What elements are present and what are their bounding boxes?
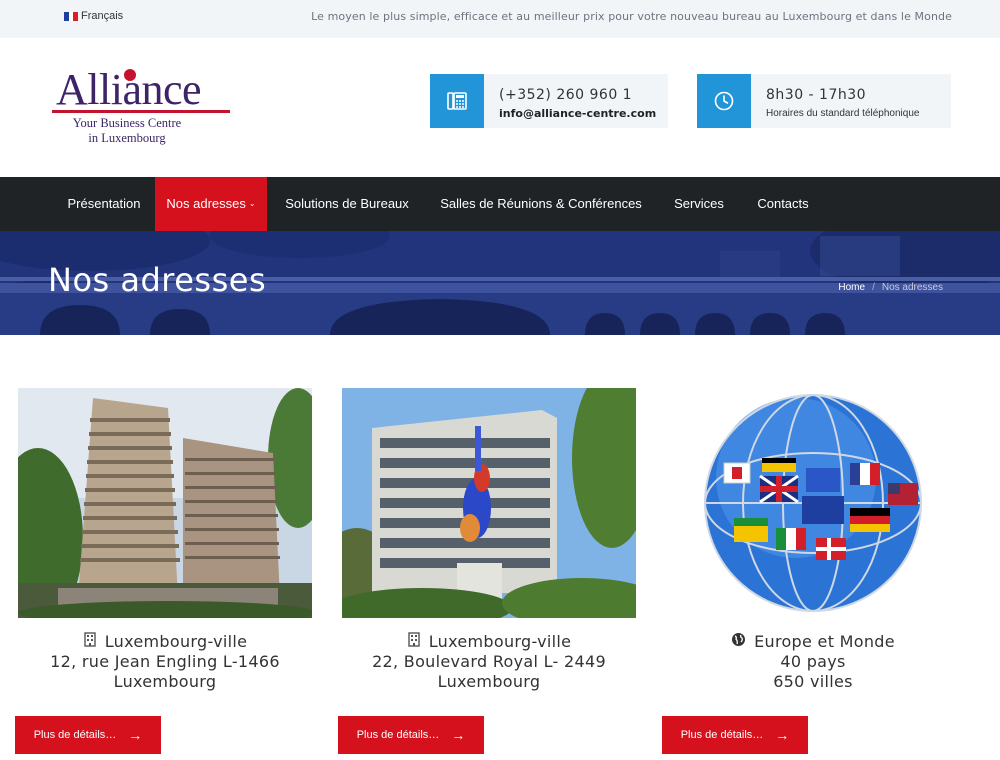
world-details: Europe et Monde 40 pays 650 villes [663,632,963,692]
nav-item-label: Contacts [757,196,809,211]
address-1-details: Luxembourg-ville 12, rue Jean Engling L-… [15,632,315,692]
nav-item-label: Salles de Réunions & Conférences [440,196,642,211]
building-icon [83,632,97,652]
world-title: Europe et Monde [754,632,895,651]
nav-item-solutions-de-bureaux[interactable]: Solutions de Bureaux [274,177,420,231]
french-flag-icon [64,11,79,21]
nav-item-presentation[interactable]: Présentation [55,177,153,231]
language-switcher[interactable]: Français [64,10,123,22]
address-1-country: Luxembourg [113,672,217,691]
globe-icon [731,632,746,652]
hours-info-box: 8h30 - 17h30 Horaires du standard téléph… [697,74,951,128]
tagline: Le moyen le plus simple, efficace et au … [311,10,952,23]
address-2-details-button[interactable]: Plus de détails… → [338,716,484,754]
address-2-city: Luxembourg-ville [428,632,572,651]
page-hero: Nos adresses Home / Nos adresses [0,231,1000,335]
phone-icon [430,74,484,128]
address-2-photo[interactable] [342,388,636,618]
nav-item-label: Solutions de Bureaux [285,196,409,211]
logo[interactable]: Alliance Your Business Centre in Luxembo… [52,64,242,154]
nav-item-label: Services [674,196,724,211]
breadcrumb-separator: / [872,282,875,293]
clock-icon [697,74,751,128]
nav-item-services[interactable]: Services [663,177,735,231]
arrow-right-icon: → [128,727,143,743]
world-flags-globe-image[interactable] [666,388,960,618]
world-countries-count: 40 pays [780,652,846,671]
logo-subtitle-line1: Your Business Centre [72,116,182,130]
main-nav: Présentation Nos adresses ⌄ Solutions de … [0,177,1000,231]
address-1-street: 12, rue Jean Engling L-1466 [50,652,280,671]
language-label[interactable]: Français [81,10,123,22]
logo-subtitle: Your Business Centre in Luxembourg [52,116,202,146]
opening-hours-label: Horaires du standard téléphonique [766,108,920,119]
button-label: Plus de détails… [356,729,440,741]
button-label: Plus de détails… [33,729,117,741]
logo-underline [52,110,230,113]
world-details-button[interactable]: Plus de détails… → [662,716,808,754]
page-title: Nos adresses [48,261,267,299]
opening-hours: 8h30 - 17h30 [766,87,867,103]
phone-info-box: (+352) 260 960 1 info@alliance-centre.co… [430,74,668,128]
arrow-right-icon: → [775,727,790,743]
address-2-street: 22, Boulevard Royal L- 2449 [372,652,606,671]
address-2-country: Luxembourg [437,672,541,691]
nav-item-nos-adresses[interactable]: Nos adresses ⌄ [155,177,267,231]
phone-number[interactable]: (+352) 260 960 1 [499,87,632,103]
building-icon [407,632,421,652]
top-bar: Français Le moyen le plus simple, effica… [0,0,1000,38]
chevron-down-icon: ⌄ [248,199,256,208]
email-link[interactable]: info@alliance-centre.com [499,107,656,120]
nav-item-contacts[interactable]: Contacts [747,177,819,231]
address-1-photo[interactable] [18,388,312,618]
world-cities-count: 650 villes [773,672,853,691]
nav-item-salles-de-reunions[interactable]: Salles de Réunions & Conférences [430,177,652,231]
nav-item-label: Nos adresses [166,196,246,211]
logo-subtitle-line2: in Luxembourg [88,131,166,145]
nav-item-label: Présentation [67,196,141,211]
breadcrumb: Home / Nos adresses [838,282,943,293]
address-2-details: Luxembourg-ville 22, Boulevard Royal L- … [339,632,639,692]
address-1-city: Luxembourg-ville [104,632,248,651]
breadcrumb-current: Nos adresses [881,282,943,293]
button-label: Plus de détails… [680,729,764,741]
address-1-details-button[interactable]: Plus de détails… → [15,716,161,754]
logo-globe-icon [123,68,137,82]
breadcrumb-home-link[interactable]: Home [838,282,865,293]
arrow-right-icon: → [451,727,466,743]
